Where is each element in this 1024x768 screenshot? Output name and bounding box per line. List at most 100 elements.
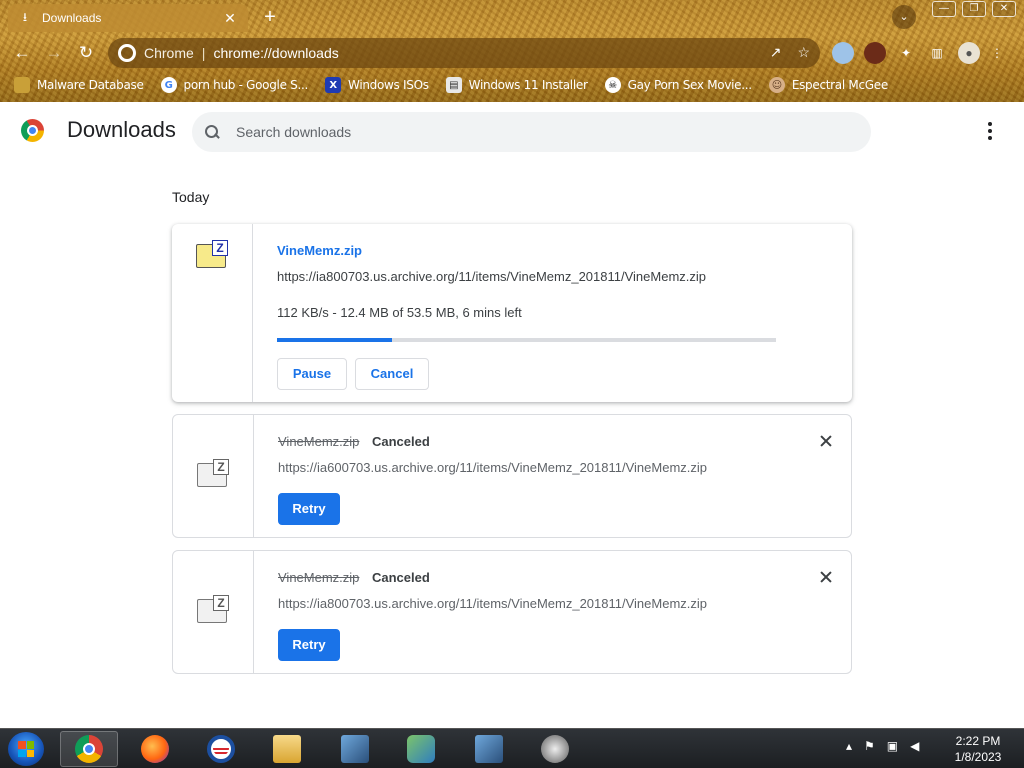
progress-fill: [277, 338, 392, 342]
site-name: Chrome: [144, 45, 194, 61]
taskbar-firefox[interactable]: [126, 731, 184, 767]
bookmark-item[interactable]: ▤ Windows 11 Installer: [445, 77, 588, 93]
cancel-button[interactable]: Cancel: [355, 358, 429, 390]
search-input[interactable]: [236, 124, 836, 140]
pause-button[interactable]: Pause: [277, 358, 347, 390]
back-button[interactable]: ←: [9, 40, 35, 66]
puzzle-extensions-icon[interactable]: ✦: [895, 42, 917, 64]
file-source-url[interactable]: https://ia800703.us.archive.org/11/items…: [278, 596, 707, 611]
zip-file-icon: Z: [197, 459, 231, 489]
reload-button[interactable]: ↻: [73, 40, 99, 66]
new-tab-button[interactable]: +: [258, 6, 282, 30]
window-controls: — ❐ ✕: [932, 1, 1016, 17]
taskbar: ▴ ⚑ ▣ ◀ 2:22 PM 1/8/2023: [0, 728, 1024, 768]
bookmark-item[interactable]: X Windows ISOs: [325, 77, 429, 93]
windows-logo-icon: [18, 741, 34, 757]
tab-close-icon[interactable]: ✕: [222, 10, 238, 27]
avatar-icon: ☺: [768, 77, 785, 93]
tab-downloads[interactable]: ⭳ Downloads ✕: [8, 4, 248, 32]
file-name: VineMemz.zip: [278, 570, 360, 585]
zip-file-icon: Z: [196, 240, 230, 270]
page-icon: ▤: [445, 77, 462, 93]
network-icon[interactable]: ▣: [887, 739, 898, 753]
tab-title: Downloads: [42, 11, 102, 25]
bookmark-label: Malware Database: [37, 78, 144, 92]
taskbar-chrome[interactable]: [60, 731, 118, 767]
volume-icon[interactable]: ◀: [910, 739, 919, 753]
setup-icon: [341, 735, 369, 763]
page-header: Downloads: [0, 102, 1024, 160]
chrome-site-icon: [118, 44, 136, 62]
google-icon: G: [160, 77, 177, 93]
bookmark-item[interactable]: ☠ Gay Porn Sex Movie...: [604, 77, 753, 93]
clock-time: 2:22 PM: [955, 734, 1001, 748]
skull-icon: ☠: [604, 77, 621, 93]
file-source-url[interactable]: https://ia600703.us.archive.org/11/items…: [278, 460, 707, 475]
minimize-button[interactable]: —: [932, 1, 956, 17]
taskbar-network[interactable]: [392, 731, 450, 767]
bookmark-item[interactable]: Malware Database: [14, 77, 144, 93]
profile-icon[interactable]: ●: [958, 42, 980, 64]
canceled-label: Canceled: [372, 434, 430, 449]
start-button[interactable]: [8, 732, 44, 766]
url-text[interactable]: chrome://downloads: [213, 45, 338, 61]
bookmark-star-icon[interactable]: ☆: [797, 44, 810, 61]
clock-date: 1/8/2023: [954, 750, 1002, 764]
omnibox-separator: |: [201, 45, 206, 61]
zip-file-icon: Z: [197, 595, 231, 625]
canceled-label: Canceled: [372, 570, 430, 585]
system-clock[interactable]: 2:22 PM 1/8/2023: [940, 733, 1016, 765]
chrome-logo-icon: [21, 119, 44, 142]
bookmark-label: Gay Porn Sex Movie...: [627, 78, 753, 92]
show-hidden-icons-icon[interactable]: ▴: [846, 739, 852, 753]
setup-icon: [475, 735, 503, 763]
extension-icon[interactable]: [832, 42, 854, 64]
taskbar-setup[interactable]: [460, 731, 518, 767]
share-icon[interactable]: ↗: [770, 44, 782, 61]
taskbar-setup[interactable]: [326, 731, 384, 767]
download-item-canceled: Z VineMemz.zip Canceled https://ia800703…: [172, 550, 852, 674]
more-actions-icon[interactable]: [980, 120, 1000, 142]
file-source-url[interactable]: https://ia800703.us.archive.org/11/items…: [277, 269, 706, 284]
download-item-active: Z VineMemz.zip https://ia800703.us.archi…: [172, 224, 852, 402]
taskbar-explorer[interactable]: [258, 731, 316, 767]
bookmark-item[interactable]: G porn hub - Google S...: [160, 77, 308, 93]
progress-bar: [277, 338, 776, 342]
remove-close-icon[interactable]: [818, 569, 834, 585]
bookmark-item[interactable]: ☺ Espectral McGee: [768, 77, 888, 93]
page-title: Downloads: [67, 117, 176, 142]
folder-icon: [273, 735, 301, 763]
address-bar[interactable]: Chrome | chrome://downloads ↗ ☆: [108, 38, 820, 68]
menu-kebab-icon[interactable]: ⋮: [990, 42, 1004, 64]
taskbar-speaker[interactable]: [526, 731, 584, 767]
search-bar[interactable]: [192, 112, 871, 152]
browser-frame: ⭳ Downloads ✕ + ⌄ — ❐ ✕ ← → ↻ Chrome | c…: [0, 0, 1024, 102]
file-icon-column: Z: [172, 224, 253, 402]
retry-button[interactable]: Retry: [278, 629, 340, 661]
chrome-icon: [75, 735, 103, 763]
obama-logo-icon: [207, 735, 235, 763]
speaker-icon: [541, 735, 569, 763]
firefox-icon: [141, 735, 169, 763]
remove-close-icon[interactable]: [818, 433, 834, 449]
extension-avatar-icon[interactable]: [864, 42, 886, 64]
tab-search-button[interactable]: ⌄: [892, 5, 916, 29]
download-status: 112 KB/s - 12.4 MB of 53.5 MB, 6 mins le…: [277, 305, 522, 320]
close-window-button[interactable]: ✕: [992, 1, 1016, 17]
file-name-link[interactable]: VineMemz.zip: [277, 243, 362, 258]
network-users-icon: [407, 735, 435, 763]
action-center-flag-icon[interactable]: ⚑: [864, 739, 875, 753]
restore-button[interactable]: ❐: [962, 1, 986, 17]
folder-icon: [14, 77, 30, 93]
download-item-canceled: Z VineMemz.zip Canceled https://ia600703…: [172, 414, 852, 538]
search-icon: [204, 124, 220, 140]
file-name: VineMemz.zip: [278, 434, 360, 449]
retry-button[interactable]: Retry: [278, 493, 340, 525]
bookmarks-bar: Malware Database G porn hub - Google S..…: [0, 72, 1024, 98]
taskbar-app[interactable]: [192, 731, 250, 767]
forward-button[interactable]: →: [41, 40, 67, 66]
download-icon: ⭳: [22, 9, 28, 24]
file-icon-column: Z: [173, 415, 254, 537]
downloads-page: Downloads Today Z VineMemz.zip https://i…: [0, 102, 1024, 728]
side-panel-icon[interactable]: ▥: [926, 42, 948, 64]
